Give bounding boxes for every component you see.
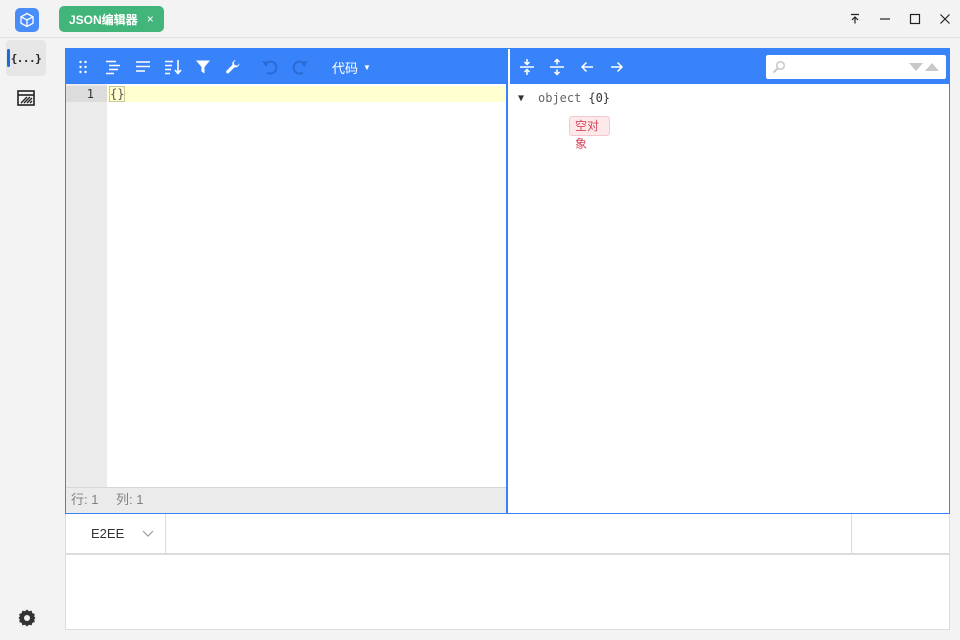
code-pane: 代码 ▼ 1 {} 行: 1 列: 1 <box>66 49 508 513</box>
search-input[interactable] <box>790 57 902 77</box>
compact-icon[interactable] <box>132 56 154 78</box>
search-next-icon[interactable] <box>909 63 923 71</box>
status-bar: 行: 1 列: 1 <box>66 487 506 513</box>
crypto-action-area[interactable] <box>851 514 949 553</box>
expand-toggle-icon[interactable]: ▼ <box>518 93 536 104</box>
line-number: 1 <box>86 87 94 101</box>
algorithm-select[interactable]: E2EE <box>66 514 166 553</box>
search-previous-icon[interactable] <box>925 63 939 71</box>
sort-icon[interactable] <box>162 56 184 78</box>
tree-pane: ▼ object {0} 空对象 <box>510 49 949 513</box>
undo-icon[interactable] <box>259 56 281 78</box>
tab-close-icon[interactable]: × <box>147 12 154 26</box>
filter-icon[interactable] <box>192 56 214 78</box>
minimize-icon[interactable] <box>874 8 896 30</box>
code-toolbar: 代码 ▼ <box>66 49 508 84</box>
sidebar: {...} <box>0 38 54 640</box>
code-text-area[interactable]: {} <box>108 86 126 102</box>
settings-icon[interactable] <box>16 607 38 629</box>
format-icon[interactable] <box>102 56 124 78</box>
line-gutter <box>66 84 107 487</box>
tab-label: JSON编辑器 <box>69 12 138 27</box>
algorithm-select-value: E2EE <box>91 526 125 541</box>
repair-icon[interactable] <box>222 56 244 78</box>
back-icon[interactable] <box>576 56 598 78</box>
chevron-down-icon <box>142 527 154 542</box>
pin-top-icon[interactable] <box>844 8 866 30</box>
title-bar: JSON编辑器 × <box>0 0 960 38</box>
status-row: 行: 1 <box>71 492 99 507</box>
tab-json-editor[interactable]: JSON编辑器 × <box>59 6 164 32</box>
maximize-icon[interactable] <box>904 8 926 30</box>
search-box <box>766 55 946 79</box>
node-count: {0} <box>588 91 611 105</box>
json-icon: {...} <box>10 51 42 65</box>
mode-select[interactable]: 代码 ▼ <box>332 58 371 77</box>
active-line-highlight <box>66 86 506 102</box>
close-icon[interactable] <box>934 8 956 30</box>
caret-down-icon: ▼ <box>363 63 371 72</box>
collapse-all-icon[interactable] <box>546 56 568 78</box>
code-content: {} <box>108 86 126 102</box>
crypto-bar: E2EE <box>65 514 950 554</box>
key-input[interactable] <box>166 514 851 553</box>
tree-view: ▼ object {0} 空对象 <box>518 89 611 151</box>
tree-root-node[interactable]: ▼ object {0} <box>518 89 610 107</box>
encryption-icon <box>17 90 35 106</box>
tree-toolbar <box>510 49 949 84</box>
sidebar-item-json[interactable]: {...} <box>6 40 46 76</box>
node-key: object <box>538 91 582 105</box>
search-icon <box>772 60 786 77</box>
empty-object-badge: 空对象 <box>569 116 611 151</box>
forward-icon[interactable] <box>606 56 628 78</box>
expand-all-icon[interactable] <box>516 56 538 78</box>
mode-select-label: 代码 <box>332 61 359 76</box>
json-editor: 代码 ▼ 1 {} 行: 1 列: 1 ▼ object {0} 空对象 <box>65 48 950 514</box>
drag-icon[interactable] <box>72 56 94 78</box>
redo-icon[interactable] <box>289 56 311 78</box>
app-logo-icon <box>15 8 39 32</box>
status-col: 列: 1 <box>116 492 144 507</box>
output-panel[interactable] <box>65 554 950 630</box>
sidebar-item-encryption[interactable] <box>6 80 46 116</box>
